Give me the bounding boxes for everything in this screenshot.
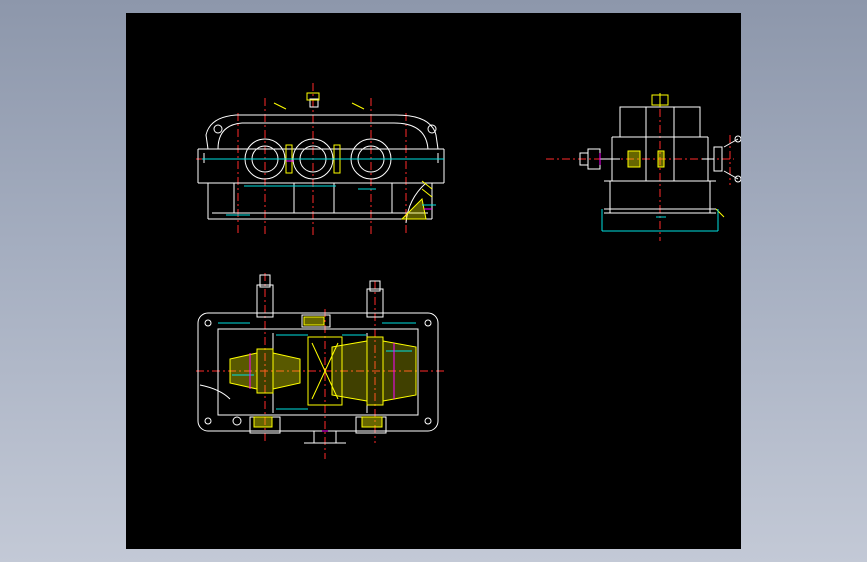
front-view: [196, 83, 446, 235]
drawing-canvas[interactable]: [126, 13, 741, 549]
cad-drawing: [196, 83, 741, 459]
front-accents: [286, 160, 432, 210]
side-view: [546, 93, 741, 241]
front-housing: [197, 98, 445, 224]
top-section-view: [196, 273, 446, 459]
front-hatching: [273, 92, 433, 220]
cad-viewer: [0, 0, 867, 562]
section-gears-hatching: [229, 316, 417, 428]
